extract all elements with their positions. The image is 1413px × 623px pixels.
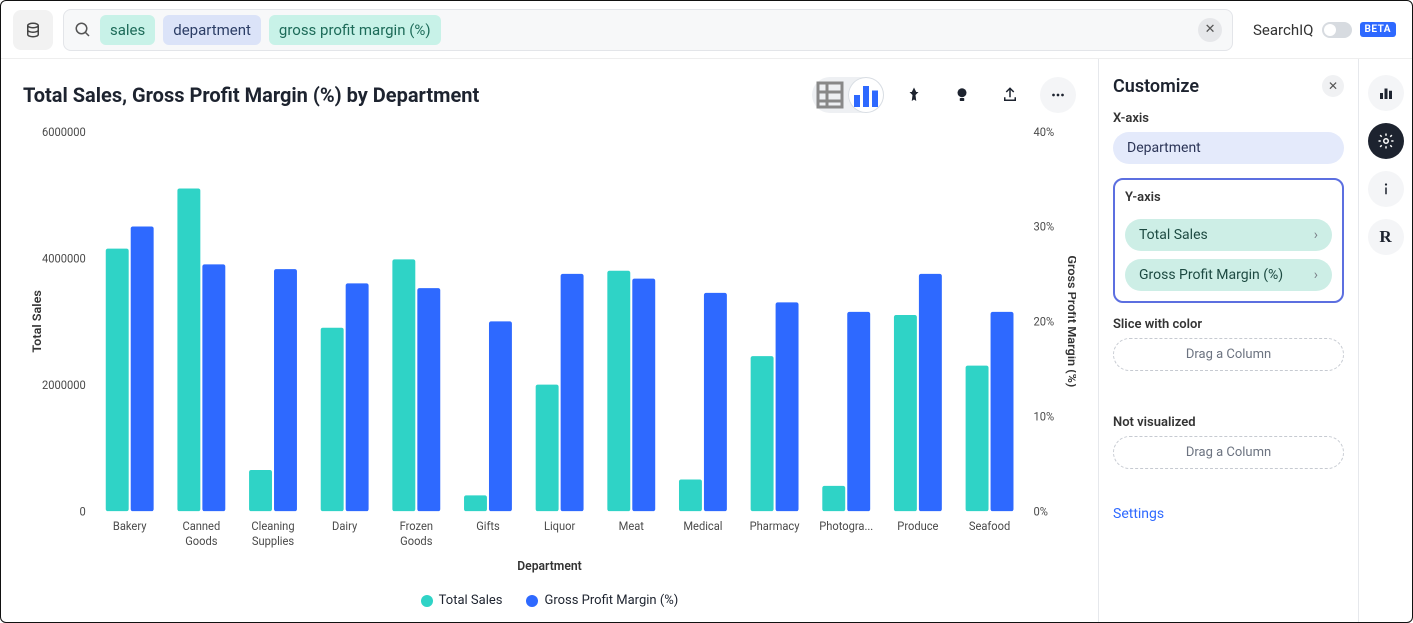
svg-text:Frozen: Frozen xyxy=(400,519,433,533)
legend-series-1: Total Sales xyxy=(439,593,503,608)
beta-badge: BETA xyxy=(1360,22,1397,37)
svg-text:Supplies: Supplies xyxy=(252,534,294,548)
svg-text:Gifts: Gifts xyxy=(476,519,500,533)
slice-label: Slice with color xyxy=(1113,317,1344,332)
svg-text:Goods: Goods xyxy=(400,534,432,548)
table-view-button[interactable] xyxy=(812,77,848,113)
legend-series-2: Gross Profit Margin (%) xyxy=(544,593,678,608)
svg-text:Pharmacy: Pharmacy xyxy=(750,519,800,533)
svg-text:0: 0 xyxy=(80,504,86,518)
svg-text:4000000: 4000000 xyxy=(42,251,86,265)
pin-button[interactable] xyxy=(896,77,932,113)
svg-text:Dairy: Dairy xyxy=(332,519,358,533)
svg-text:Canned: Canned xyxy=(182,519,220,533)
app-logo[interactable] xyxy=(13,10,53,50)
svg-text:30%: 30% xyxy=(1033,219,1054,233)
chart-legend: Total Sales Gross Profit Margin (%) xyxy=(23,585,1076,612)
searchiq-toggle[interactable] xyxy=(1322,22,1352,38)
info-button[interactable] xyxy=(1368,171,1404,207)
yaxis-chip-2[interactable]: Gross Profit Margin (%)› xyxy=(1125,259,1332,291)
r-script-button[interactable]: R xyxy=(1368,219,1404,255)
notvis-dropzone[interactable]: Drag a Column xyxy=(1113,436,1344,469)
svg-text:Gross Profit Margin (%): Gross Profit Margin (%) xyxy=(1064,255,1076,387)
search-pill-sales[interactable]: sales xyxy=(100,15,155,45)
chart-config-button[interactable] xyxy=(1368,75,1404,111)
search-pill-department[interactable]: department xyxy=(163,15,261,45)
searchiq-label: SearchIQ xyxy=(1253,21,1313,39)
svg-text:Department: Department xyxy=(517,559,581,574)
chart-title: Total Sales, Gross Profit Margin (%) by … xyxy=(23,83,479,107)
xaxis-chip[interactable]: Department xyxy=(1113,132,1344,164)
chart-canvas: 0 2000000 4000000 6000000 0% 10% 20% 30% 40% Bake… xyxy=(23,121,1076,585)
more-button[interactable] xyxy=(1040,77,1076,113)
svg-text:Photogra...: Photogra... xyxy=(819,519,873,533)
svg-text:Liquor: Liquor xyxy=(544,519,575,533)
chart-view-button[interactable] xyxy=(848,77,884,113)
xaxis-label: X-axis xyxy=(1113,111,1344,126)
yaxis-section: Y-axis Total Sales› Gross Profit Margin … xyxy=(1113,178,1344,303)
chevron-right-icon: › xyxy=(1314,227,1318,243)
settings-gear-button[interactable] xyxy=(1368,123,1404,159)
clear-search-button[interactable]: ✕ xyxy=(1198,18,1222,42)
view-mode-toggle[interactable] xyxy=(812,77,884,113)
search-icon xyxy=(74,21,92,39)
yaxis-label: Y-axis xyxy=(1125,190,1332,205)
close-customize-button[interactable]: ✕ xyxy=(1322,75,1344,97)
insight-button[interactable] xyxy=(944,77,980,113)
svg-text:Cleaning: Cleaning xyxy=(251,519,294,533)
customize-panel: Customize ✕ X-axis Department Y-axis Tot… xyxy=(1098,59,1358,622)
customize-title: Customize xyxy=(1113,76,1199,97)
settings-link[interactable]: Settings xyxy=(1113,506,1164,522)
svg-text:2000000: 2000000 xyxy=(42,378,86,392)
search-pill-gpm[interactable]: gross profit margin (%) xyxy=(269,15,441,45)
svg-text:Goods: Goods xyxy=(185,534,217,548)
svg-text:40%: 40% xyxy=(1033,125,1054,139)
notvis-label: Not visualized xyxy=(1113,415,1344,430)
svg-text:Produce: Produce xyxy=(897,519,938,533)
svg-text:Bakery: Bakery xyxy=(113,519,147,533)
slice-dropzone[interactable]: Drag a Column xyxy=(1113,338,1344,371)
svg-text:Meat: Meat xyxy=(619,519,645,533)
svg-text:20%: 20% xyxy=(1033,314,1054,328)
right-rail: R xyxy=(1358,59,1412,622)
svg-text:10%: 10% xyxy=(1033,409,1054,423)
svg-text:0%: 0% xyxy=(1033,504,1047,518)
svg-text:Seafood: Seafood xyxy=(969,519,1010,533)
svg-text:Medical: Medical xyxy=(683,519,722,533)
search-bar[interactable]: sales department gross profit margin (%)… xyxy=(63,9,1233,51)
svg-text:Total Sales: Total Sales xyxy=(30,290,45,353)
chevron-right-icon: › xyxy=(1314,267,1318,283)
yaxis-chip-1[interactable]: Total Sales› xyxy=(1125,219,1332,251)
svg-text:6000000: 6000000 xyxy=(42,125,86,139)
share-button[interactable] xyxy=(992,77,1028,113)
